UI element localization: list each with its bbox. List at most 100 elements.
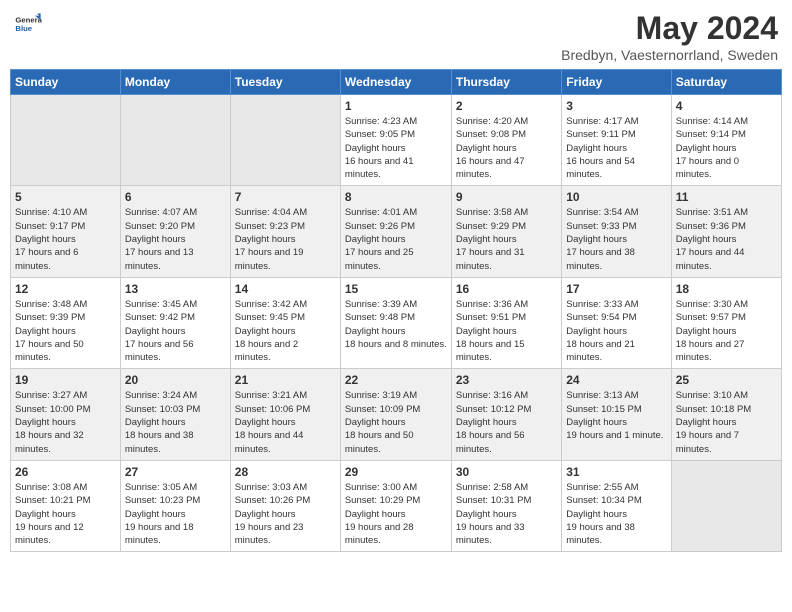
day-info: Sunrise: 3:58 AMSunset: 9:29 PMDaylight … <box>456 206 557 272</box>
calendar-cell: 15 Sunrise: 3:39 AMSunset: 9:48 PMDayligh… <box>340 277 451 368</box>
day-number: 13 <box>125 282 226 296</box>
day-info: Sunrise: 2:55 AMSunset: 10:34 PMDaylight… <box>566 481 666 547</box>
day-info: Sunrise: 4:14 AMSunset: 9:14 PMDaylight … <box>676 115 777 181</box>
calendar-week-row: 12 Sunrise: 3:48 AMSunset: 9:39 PMDayligh… <box>11 277 782 368</box>
calendar-cell: 7Sunrise: 4:04 AMSunset: 9:23 PMDaylight… <box>230 186 340 277</box>
day-number: 9 <box>456 190 557 204</box>
day-number: 3 <box>566 99 666 113</box>
calendar-cell: 12 Sunrise: 3:48 AMSunset: 9:39 PMDayligh… <box>11 277 121 368</box>
weekday-header-friday: Friday <box>562 70 671 95</box>
day-number: 12 <box>15 282 116 296</box>
calendar-cell: 9 Sunrise: 3:58 AMSunset: 9:29 PMDaylight… <box>451 186 561 277</box>
weekday-header-wednesday: Wednesday <box>340 70 451 95</box>
day-info: Sunrise: 3:33 AMSunset: 9:54 PMDaylight … <box>566 298 666 364</box>
calendar-cell: 30 Sunrise: 2:58 AMSunset: 10:31 PMDaylig… <box>451 460 561 551</box>
day-info: Sunrise: 3:48 AMSunset: 9:39 PMDaylight … <box>15 298 116 364</box>
day-info: Sunrise: 4:01 AMSunset: 9:26 PMDaylight … <box>345 206 447 272</box>
day-info: Sunrise: 4:07 AMSunset: 9:20 PMDaylight … <box>125 206 226 272</box>
weekday-header-saturday: Saturday <box>671 70 781 95</box>
calendar-week-row: 26Sunrise: 3:08 AMSunset: 10:21 PMDaylig… <box>11 460 782 551</box>
day-number: 11 <box>676 190 777 204</box>
day-info: Sunrise: 4:10 AMSunset: 9:17 PMDaylight … <box>15 206 116 272</box>
calendar-cell: 11 Sunrise: 3:51 AMSunset: 9:36 PMDayligh… <box>671 186 781 277</box>
calendar-cell: 14Sunrise: 3:42 AMSunset: 9:45 PMDayligh… <box>230 277 340 368</box>
day-number: 6 <box>125 190 226 204</box>
day-info: Sunrise: 3:16 AMSunset: 10:12 PMDaylight… <box>456 389 557 455</box>
calendar-cell: 27 Sunrise: 3:05 AMSunset: 10:23 PMDaylig… <box>120 460 230 551</box>
day-info: Sunrise: 3:36 AMSunset: 9:51 PMDaylight … <box>456 298 557 364</box>
day-info: Sunrise: 3:13 AMSunset: 10:15 PMDaylight… <box>566 389 666 442</box>
calendar-week-row: 1 Sunrise: 4:23 AMSunset: 9:05 PMDaylight… <box>11 95 782 186</box>
day-info: Sunrise: 3:03 AMSunset: 10:26 PMDaylight… <box>235 481 336 547</box>
day-number: 19 <box>15 373 116 387</box>
calendar-week-row: 5 Sunrise: 4:10 AMSunset: 9:17 PMDaylight… <box>11 186 782 277</box>
day-number: 18 <box>676 282 777 296</box>
day-info: Sunrise: 4:04 AMSunset: 9:23 PMDaylight … <box>235 206 336 272</box>
day-info: Sunrise: 3:21 AMSunset: 10:06 PMDaylight… <box>235 389 336 455</box>
page-header: General Blue May 2024 Bredbyn, Vaesterno… <box>10 10 782 63</box>
day-info: Sunrise: 3:05 AMSunset: 10:23 PMDaylight… <box>125 481 226 547</box>
day-info: Sunrise: 3:51 AMSunset: 9:36 PMDaylight … <box>676 206 777 272</box>
day-info: Sunrise: 3:00 AMSunset: 10:29 PMDaylight… <box>345 481 447 547</box>
calendar-body: 1 Sunrise: 4:23 AMSunset: 9:05 PMDaylight… <box>11 95 782 552</box>
day-number: 26 <box>15 465 116 479</box>
location-title: Bredbyn, Vaesternorrland, Sweden <box>561 47 778 63</box>
day-info: Sunrise: 3:19 AMSunset: 10:09 PMDaylight… <box>345 389 447 455</box>
day-number: 1 <box>345 99 447 113</box>
calendar-cell: 22Sunrise: 3:19 AMSunset: 10:09 PMDaylig… <box>340 369 451 460</box>
day-number: 5 <box>15 190 116 204</box>
weekday-header-monday: Monday <box>120 70 230 95</box>
logo: General Blue <box>14 10 42 38</box>
svg-text:Blue: Blue <box>15 24 32 33</box>
weekday-header-thursday: Thursday <box>451 70 561 95</box>
calendar-cell: 28 Sunrise: 3:03 AMSunset: 10:26 PMDaylig… <box>230 460 340 551</box>
day-info: Sunrise: 3:39 AMSunset: 9:48 PMDaylight … <box>345 298 447 351</box>
day-number: 23 <box>456 373 557 387</box>
calendar-cell <box>11 95 121 186</box>
calendar-cell: 4 Sunrise: 4:14 AMSunset: 9:14 PMDaylight… <box>671 95 781 186</box>
calendar-cell: 8 Sunrise: 4:01 AMSunset: 9:26 PMDaylight… <box>340 186 451 277</box>
day-number: 8 <box>345 190 447 204</box>
day-info: Sunrise: 4:23 AMSunset: 9:05 PMDaylight … <box>345 115 447 181</box>
calendar-week-row: 19Sunrise: 3:27 AMSunset: 10:00 PMDaylig… <box>11 369 782 460</box>
day-number: 10 <box>566 190 666 204</box>
calendar-cell: 10 Sunrise: 3:54 AMSunset: 9:33 PMDayligh… <box>562 186 671 277</box>
calendar-header-row: SundayMondayTuesdayWednesdayThursdayFrid… <box>11 70 782 95</box>
calendar-cell: 20 Sunrise: 3:24 AMSunset: 10:03 PMDaylig… <box>120 369 230 460</box>
month-title: May 2024 <box>561 10 778 47</box>
day-info: Sunrise: 3:24 AMSunset: 10:03 PMDaylight… <box>125 389 226 455</box>
calendar-cell: 1 Sunrise: 4:23 AMSunset: 9:05 PMDaylight… <box>340 95 451 186</box>
calendar-cell: 29 Sunrise: 3:00 AMSunset: 10:29 PMDaylig… <box>340 460 451 551</box>
day-number: 24 <box>566 373 666 387</box>
calendar-cell: 21 Sunrise: 3:21 AMSunset: 10:06 PMDaylig… <box>230 369 340 460</box>
calendar-cell <box>230 95 340 186</box>
day-number: 29 <box>345 465 447 479</box>
day-number: 20 <box>125 373 226 387</box>
calendar-cell: 24 Sunrise: 3:13 AMSunset: 10:15 PMDaylig… <box>562 369 671 460</box>
day-info: Sunrise: 4:20 AMSunset: 9:08 PMDaylight … <box>456 115 557 181</box>
day-info: Sunrise: 4:17 AMSunset: 9:11 PMDaylight … <box>566 115 666 181</box>
day-info: Sunrise: 3:54 AMSunset: 9:33 PMDaylight … <box>566 206 666 272</box>
calendar-table: SundayMondayTuesdayWednesdayThursdayFrid… <box>10 69 782 552</box>
calendar-cell: 13Sunrise: 3:45 AMSunset: 9:42 PMDayligh… <box>120 277 230 368</box>
day-info: Sunrise: 2:58 AMSunset: 10:31 PMDaylight… <box>456 481 557 547</box>
day-info: Sunrise: 3:10 AMSunset: 10:18 PMDaylight… <box>676 389 777 455</box>
day-number: 14 <box>235 282 336 296</box>
day-number: 15 <box>345 282 447 296</box>
day-number: 28 <box>235 465 336 479</box>
day-info: Sunrise: 3:30 AMSunset: 9:57 PMDaylight … <box>676 298 777 364</box>
day-number: 4 <box>676 99 777 113</box>
calendar-cell <box>671 460 781 551</box>
calendar-cell: 17 Sunrise: 3:33 AMSunset: 9:54 PMDayligh… <box>562 277 671 368</box>
calendar-cell: 16Sunrise: 3:36 AMSunset: 9:51 PMDayligh… <box>451 277 561 368</box>
day-number: 27 <box>125 465 226 479</box>
day-number: 30 <box>456 465 557 479</box>
calendar-cell: 6 Sunrise: 4:07 AMSunset: 9:20 PMDaylight… <box>120 186 230 277</box>
day-number: 21 <box>235 373 336 387</box>
calendar-cell: 3 Sunrise: 4:17 AMSunset: 9:11 PMDaylight… <box>562 95 671 186</box>
calendar-cell: 25Sunrise: 3:10 AMSunset: 10:18 PMDaylig… <box>671 369 781 460</box>
day-number: 31 <box>566 465 666 479</box>
day-number: 2 <box>456 99 557 113</box>
logo-icon: General Blue <box>14 10 42 38</box>
day-number: 17 <box>566 282 666 296</box>
